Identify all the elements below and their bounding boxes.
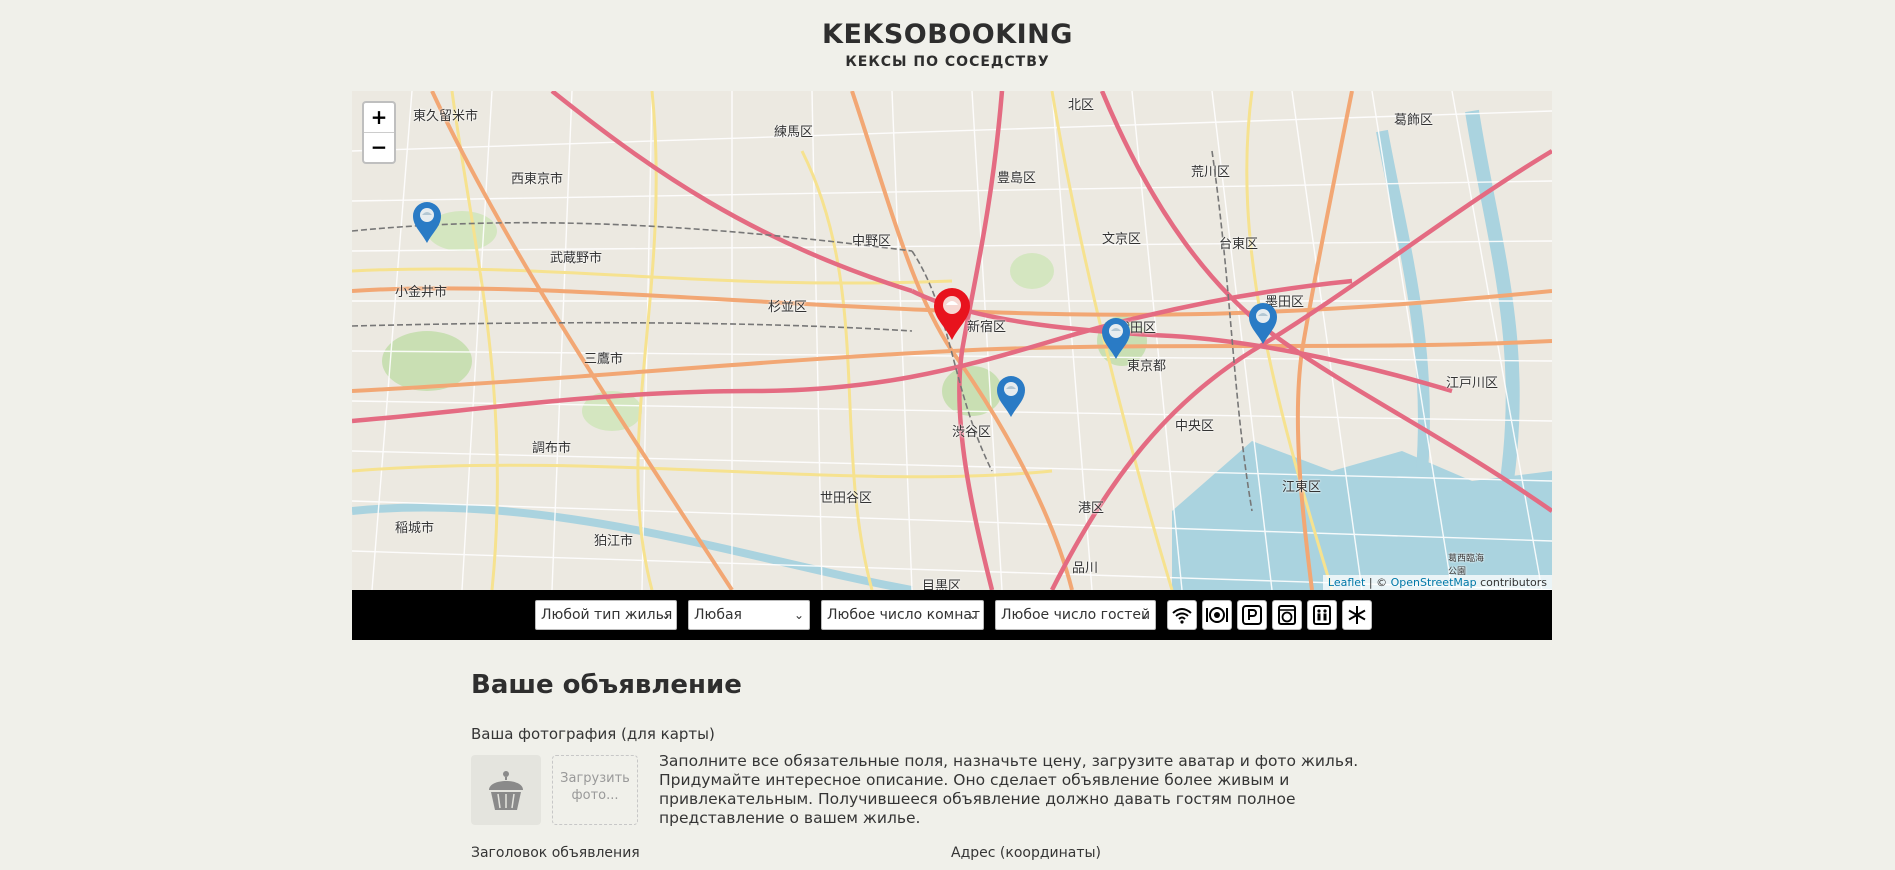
chevron-down-icon: ⌄ [793,608,804,622]
housing-type-value: Любой тип жилья [541,607,673,623]
title-field-label: Заголовок объявления [471,845,640,861]
map-label: 西東京市 [511,172,564,187]
zoom-control: + − [362,101,396,164]
zoom-in-button[interactable]: + [364,103,394,132]
feature-washer[interactable] [1272,600,1302,630]
map-label: 荒川区 [1191,165,1231,180]
map-label: 練馬区 [774,125,814,140]
logo: KEKSOBOOKING [822,19,1073,50]
map-label: 東京都 [1127,359,1167,374]
map-label: 渋谷区 [952,425,992,440]
chevron-down-icon: ⌄ [967,608,978,622]
washer-icon [1278,605,1296,625]
avatar-preview [471,755,541,825]
guests-value: Любое число гостей [1001,607,1151,623]
map-label: 杉並区 [768,300,808,315]
avatar-upload-button[interactable]: Загрузить фото... [552,755,638,825]
map-attribution: Leaflet | © OpenStreetMap contributors [1322,575,1552,590]
feature-conditioner[interactable] [1342,600,1372,630]
feature-dishwasher[interactable] [1202,600,1232,630]
ad-pin[interactable] [412,202,442,244]
map-label: 文京区 [1102,232,1142,247]
map-label: 三鷹市 [584,352,624,367]
map-label: 中野区 [852,234,892,249]
feature-wifi[interactable] [1167,600,1197,630]
form-title: Ваше объявление [471,670,742,700]
ad-pin[interactable] [1101,318,1131,360]
ad-pin[interactable] [1248,303,1278,345]
rooms-select[interactable]: Любое число комнат ⌄ [821,600,984,630]
ad-form: Ваше объявление Ваша фотография (для кар… [471,668,1411,861]
map-label: 東久留米市 [413,109,479,124]
muffin-icon [489,771,523,810]
map-label: 稲城市 [395,521,435,536]
map-filters: Любой тип жилья ⌄ Любая ⌄ Любое число ко… [352,590,1552,640]
map-label: 港区 [1078,501,1105,516]
osm-link[interactable]: OpenStreetMap [1391,576,1477,589]
chevron-down-icon: ⌄ [1139,608,1150,622]
map-label: 北区 [1068,98,1095,113]
map-label: 調布市 [532,441,572,456]
chevron-down-icon: ⌄ [660,608,671,622]
attribution-contributors: contributors [1476,576,1547,589]
header: KEKSOBOOKING КЕКСЫ ПО СОСЕДСТВУ [0,18,1895,70]
parking-icon [1242,605,1262,625]
tagline: КЕКСЫ ПО СОСЕДСТВУ [845,54,1050,70]
guests-select[interactable]: Любое число гостей ⌄ [995,600,1156,630]
form-notice: Заполните все обязательные поля, назначь… [659,752,1359,827]
map-label: 狛江市 [594,534,634,549]
map-label: 目黒区 [922,579,962,590]
map-label: 台東区 [1219,237,1259,252]
feature-parking[interactable] [1237,600,1267,630]
feature-elevator[interactable] [1307,600,1337,630]
map-label: 豊島区 [997,171,1037,186]
map-label: 江戸川区 [1446,376,1499,391]
address-field-label: Адрес (координаты) [951,845,1102,861]
conditioner-icon [1348,606,1366,624]
ad-pin[interactable] [996,376,1026,418]
price-select[interactable]: Любая ⌄ [688,600,810,630]
map-label: 品川 [1072,561,1099,576]
map-label: 小金井市 [395,285,448,300]
map-label: 葛飾区 [1394,113,1434,128]
housing-type-select[interactable]: Любой тип жилья ⌄ [535,600,677,630]
leaflet-link[interactable]: Leaflet [1328,576,1365,589]
map-label: 江東区 [1282,480,1322,495]
map-label: 武蔵野市 [550,251,603,266]
zoom-out-button[interactable]: − [364,132,394,162]
map-label: 葛西臨海公園 [1448,554,1485,577]
attribution-separator: | © [1365,576,1391,589]
wifi-icon [1172,608,1192,624]
map[interactable]: 東久留米市 西東京市 練馬区 北区 葛飾区 豊島区 荒川区 武蔵野市 中野区 文… [352,91,1552,590]
price-value: Любая [694,607,742,623]
dishwasher-icon [1206,607,1228,623]
main-pin[interactable] [933,288,971,341]
map-label: 世田谷区 [820,491,873,506]
avatar-label: Ваша фотография (для карты) [471,725,715,743]
elevator-icon [1313,605,1331,625]
rooms-value: Любое число комнат [827,607,981,623]
map-label: 新宿区 [967,320,1007,335]
map-label: 中央区 [1175,419,1215,434]
